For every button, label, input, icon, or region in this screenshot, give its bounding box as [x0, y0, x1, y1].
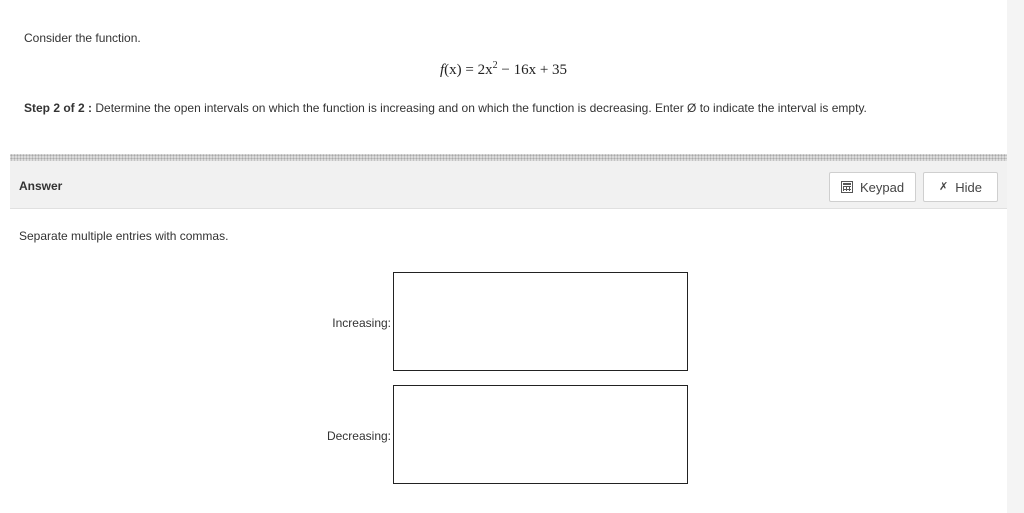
step-instruction: Step 2 of 2 : Determine the open interva…	[24, 101, 867, 115]
decreasing-input[interactable]	[393, 385, 688, 484]
equation-rest: − 16x + 35	[497, 62, 568, 78]
answer-body: Separate multiple entries with commas. I…	[10, 209, 1007, 513]
hide-button[interactable]: ✗ Hide	[923, 172, 998, 202]
keypad-button[interactable]: Keypad	[829, 172, 916, 202]
keypad-button-label: Keypad	[859, 179, 905, 195]
equation-var: (x)	[444, 62, 462, 78]
step-prefix: Step 2 of 2 :	[24, 101, 93, 115]
increasing-label: Increasing:	[332, 316, 391, 330]
step-text: Determine the open intervals on which th…	[92, 101, 867, 115]
answer-instructions: Separate multiple entries with commas.	[19, 229, 229, 243]
increasing-input[interactable]	[393, 272, 688, 371]
question-intro: Consider the function.	[24, 31, 141, 45]
equation-equals: =	[461, 62, 478, 78]
function-equation: f(x) = 2x2 − 16x + 35	[0, 61, 1007, 79]
question-panel: Consider the function. f(x) = 2x2 − 16x …	[0, 0, 1007, 153]
right-gutter	[1007, 0, 1024, 513]
answer-label: Answer	[19, 179, 63, 193]
calculator-icon	[840, 181, 853, 193]
divider-band	[10, 154, 1007, 161]
hide-button-label: Hide	[955, 179, 982, 195]
pin-icon: ✗	[939, 180, 949, 193]
page: Consider the function. f(x) = 2x2 − 16x …	[0, 0, 1007, 513]
answer-header: Answer Keypad ✗ Hide	[10, 161, 1007, 209]
decreasing-label: Decreasing:	[326, 429, 391, 443]
equation-term1: 2x	[477, 62, 493, 78]
